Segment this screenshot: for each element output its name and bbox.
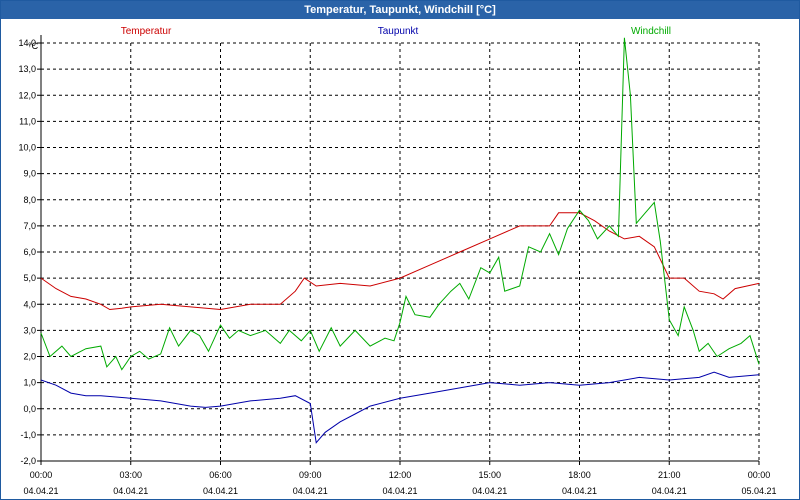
- y-tick-label: 10,0: [18, 143, 36, 153]
- y-tick-label: 9,0: [23, 169, 36, 179]
- y-tick-label: 6,0: [23, 247, 36, 257]
- x-tick-date: 05.04.21: [741, 486, 776, 496]
- x-tick-time: 09:00: [299, 470, 322, 480]
- y-tick-label: 7,0: [23, 221, 36, 231]
- y-tick-label: 1,0: [23, 378, 36, 388]
- y-tick-label: 12,0: [18, 90, 36, 100]
- legend-windchill: Windchill: [631, 26, 671, 37]
- axes: [37, 35, 760, 465]
- x-tick-date: 04.04.21: [113, 486, 148, 496]
- legend-temperatur: Temperatur: [121, 26, 172, 37]
- x-tick-date: 04.04.21: [23, 486, 58, 496]
- x-tick-date: 04.04.21: [382, 486, 417, 496]
- y-tick-label: 8,0: [23, 195, 36, 205]
- y-tick-label: 2,0: [23, 352, 36, 362]
- chart-window: Temperatur, Taupunkt, Windchill [°C] -2,…: [0, 0, 800, 500]
- x-tick-date: 04.04.21: [293, 486, 328, 496]
- x-tick-time: 06:00: [209, 470, 232, 480]
- x-tick-time: 12:00: [389, 470, 412, 480]
- legend-taupunkt: Taupunkt: [378, 26, 419, 37]
- x-tick-date: 04.04.21: [652, 486, 687, 496]
- y-tick-label: 11,0: [19, 116, 36, 126]
- x-tick-time: 21:00: [658, 470, 681, 480]
- line-chart: -2,0 -1,0 0,0 1,0 2,0 3,0 4,0 5,0 6,0 7,0 8,0 9,0 10…: [18, 26, 776, 496]
- x-tick-time: 18:00: [568, 470, 591, 480]
- y-tick-label: 4,0: [23, 299, 36, 309]
- y-tick-label: 3,0: [23, 325, 36, 335]
- x-tick-time: 00:00: [748, 470, 771, 480]
- x-tick-date: 04.04.21: [203, 486, 238, 496]
- x-tick-date: 04.04.21: [562, 486, 597, 496]
- x-tick-time: 00:00: [30, 470, 53, 480]
- x-tick-time: 03:00: [119, 470, 142, 480]
- legend: Temperatur Taupunkt Windchill: [121, 26, 671, 37]
- y-tick-label: 5,0: [23, 273, 36, 283]
- x-tick-time: 15:00: [478, 470, 501, 480]
- y-tick-label: 13,0: [18, 64, 36, 74]
- x-tick-date: 04.04.21: [472, 486, 507, 496]
- series-line-taupunkt: [40, 371, 760, 444]
- y-tick-label: -2,0: [20, 456, 36, 466]
- y-axis-unit: °C: [28, 41, 39, 51]
- y-tick-label: -1,0: [20, 430, 36, 440]
- y-tick-label: 0,0: [23, 404, 36, 414]
